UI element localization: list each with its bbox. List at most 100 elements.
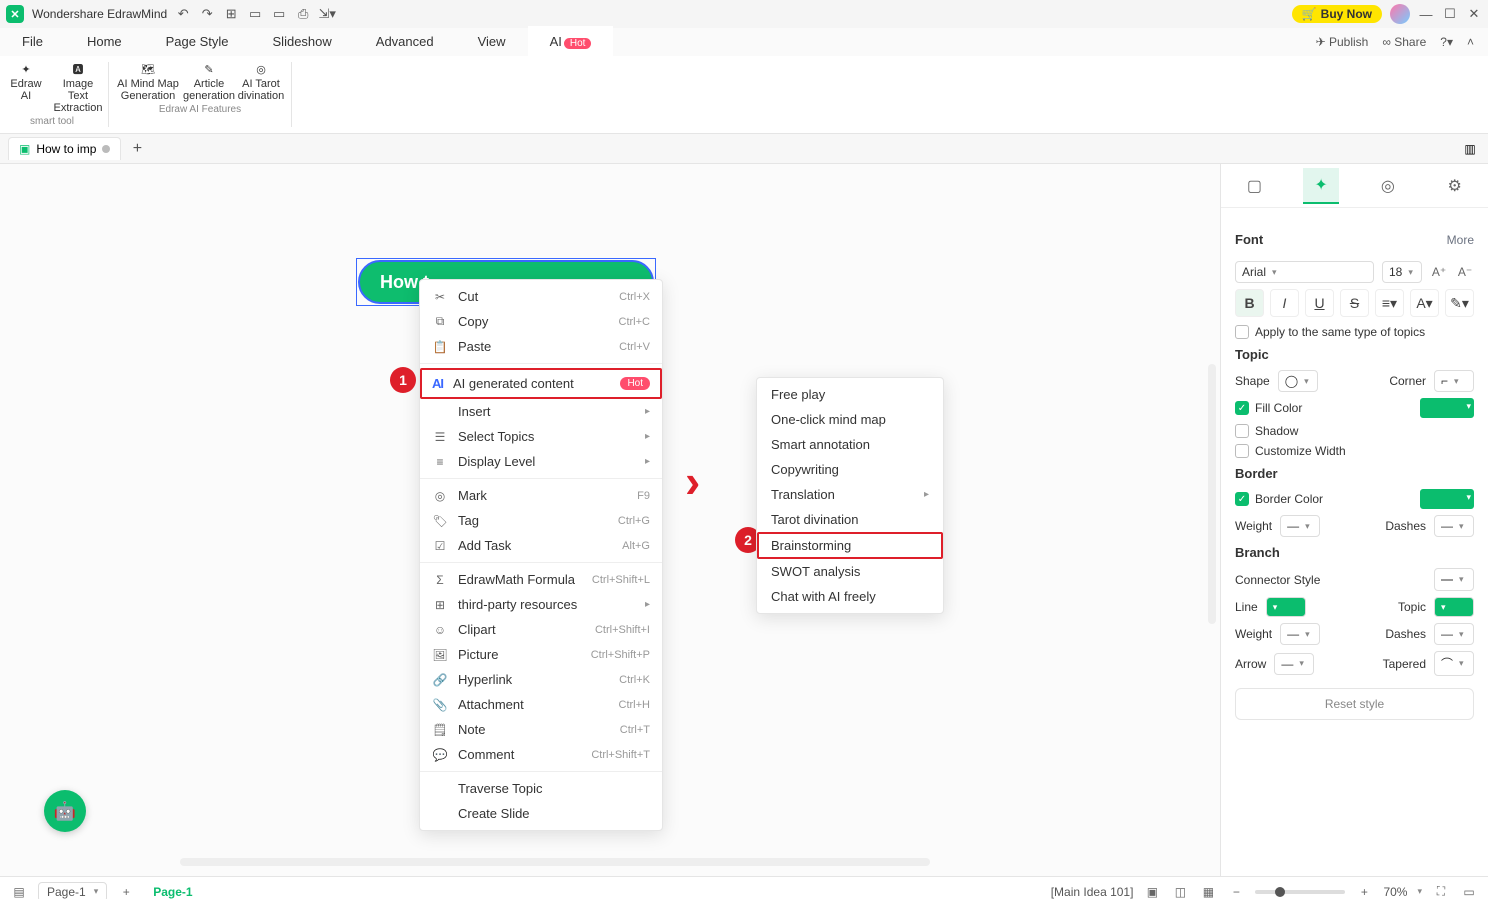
- fit-screen-icon[interactable]: ⛶: [1432, 883, 1450, 899]
- window-minimize-icon[interactable]: —: [1418, 6, 1434, 22]
- new-icon[interactable]: ⊞: [223, 6, 239, 22]
- font-more-link[interactable]: More: [1447, 233, 1474, 247]
- panel-toggle-icon[interactable]: ▥: [1460, 139, 1480, 159]
- italic-button[interactable]: I: [1270, 289, 1299, 317]
- branch-dashes-select[interactable]: —▾: [1434, 623, 1474, 645]
- print-icon[interactable]: ⎙: [295, 6, 311, 22]
- tab-view[interactable]: View: [456, 28, 528, 56]
- panel-tab-layout-icon[interactable]: ◎: [1370, 168, 1406, 204]
- ctx-copy[interactable]: ⧉CopyCtrl+C: [420, 309, 662, 334]
- ctx-hyperlink[interactable]: 🔗HyperlinkCtrl+K: [420, 667, 662, 692]
- border-dashes-select[interactable]: —▾: [1434, 515, 1474, 537]
- corner-select[interactable]: ⌐▾: [1434, 370, 1474, 392]
- tapered-select[interactable]: ⌒▾: [1434, 651, 1474, 676]
- window-close-icon[interactable]: ✕: [1466, 6, 1482, 22]
- align-button[interactable]: ≡▾: [1375, 289, 1404, 317]
- ctx-insert[interactable]: Insert▸: [420, 399, 662, 424]
- smi-translation[interactable]: Translation▸: [757, 482, 943, 507]
- underline-button[interactable]: U: [1305, 289, 1334, 317]
- smi-one-click-mindmap[interactable]: One-click mind map: [757, 407, 943, 432]
- zoom-dropdown-icon[interactable]: ▾: [1417, 886, 1422, 897]
- undo-icon[interactable]: ↶: [175, 6, 191, 22]
- smi-brainstorming[interactable]: Brainstorming: [757, 532, 943, 559]
- sb-icon-3[interactable]: ▦: [1199, 883, 1217, 899]
- fill-color-checkbox[interactable]: ✓: [1235, 401, 1249, 415]
- outline-view-icon[interactable]: ▤: [10, 883, 28, 899]
- font-family-select[interactable]: Arial▾: [1235, 261, 1374, 283]
- apply-same-checkbox[interactable]: [1235, 325, 1249, 339]
- add-page-button[interactable]: +: [117, 883, 135, 899]
- canvas[interactable]: How t ✂CutCtrl+X ⧉CopyCtrl+C 📋PasteCtrl+…: [0, 164, 1220, 876]
- smi-copywriting[interactable]: Copywriting: [757, 457, 943, 482]
- tab-home[interactable]: Home: [65, 28, 144, 56]
- save-icon[interactable]: ▭: [271, 6, 287, 22]
- ctx-create-slide[interactable]: Create Slide: [420, 801, 662, 826]
- ctx-display-level[interactable]: ≡Display Level▸: [420, 449, 662, 474]
- add-tab-button[interactable]: +: [127, 139, 147, 159]
- zoom-slider[interactable]: [1255, 890, 1345, 894]
- line-color-swatch[interactable]: ▾: [1266, 597, 1306, 617]
- font-color-button[interactable]: A▾: [1410, 289, 1439, 317]
- border-weight-select[interactable]: —▾: [1280, 515, 1320, 537]
- fill-color-swatch[interactable]: ▾: [1420, 398, 1474, 418]
- arrow-select[interactable]: —▾: [1274, 653, 1314, 675]
- bold-button[interactable]: B: [1235, 289, 1264, 317]
- tab-page-style[interactable]: Page Style: [144, 28, 251, 56]
- font-decrease-icon[interactable]: A⁻: [1456, 263, 1474, 281]
- ctx-edrawmath[interactable]: ΣEdrawMath FormulaCtrl+Shift+L: [420, 567, 662, 592]
- zoom-in-button[interactable]: +: [1355, 883, 1373, 899]
- smi-swot[interactable]: SWOT analysis: [757, 559, 943, 584]
- shadow-checkbox[interactable]: [1235, 424, 1249, 438]
- ctx-mark[interactable]: ◎MarkF9: [420, 483, 662, 508]
- font-increase-icon[interactable]: A⁺: [1430, 263, 1448, 281]
- ctx-clipart[interactable]: ☺ClipartCtrl+Shift+I: [420, 617, 662, 642]
- ctx-select-topics[interactable]: ☰Select Topics▸: [420, 424, 662, 449]
- tool-edraw-ai[interactable]: ✦Edraw AI: [0, 60, 52, 114]
- smi-smart-annotation[interactable]: Smart annotation: [757, 432, 943, 457]
- horizontal-scrollbar[interactable]: [180, 858, 930, 866]
- connector-style-select[interactable]: ⎯⎯▾: [1434, 568, 1474, 591]
- window-maximize-icon[interactable]: ☐: [1442, 6, 1458, 22]
- font-size-select[interactable]: 18▾: [1382, 261, 1422, 283]
- panel-tab-topic-icon[interactable]: ▢: [1236, 168, 1272, 204]
- open-icon[interactable]: ▭: [247, 6, 263, 22]
- fullscreen-icon[interactable]: ▭: [1460, 883, 1478, 899]
- ctx-attachment[interactable]: 📎AttachmentCtrl+H: [420, 692, 662, 717]
- smi-chat-ai[interactable]: Chat with AI freely: [757, 584, 943, 609]
- sb-icon-1[interactable]: ▣: [1143, 883, 1161, 899]
- document-tab-1[interactable]: ▣ How to imp: [8, 137, 121, 160]
- export-icon[interactable]: ⇲▾: [319, 6, 335, 22]
- collapse-ribbon-icon[interactable]: ˄: [1467, 35, 1474, 49]
- border-color-swatch[interactable]: ▾: [1420, 489, 1474, 509]
- ctx-ai-generated-content[interactable]: AIAI generated contentHot: [420, 368, 662, 399]
- ai-assistant-fab[interactable]: 🤖: [44, 790, 86, 832]
- ctx-add-task[interactable]: ☑Add TaskAlt+G: [420, 533, 662, 558]
- publish-button[interactable]: ✈ Publish: [1316, 35, 1369, 49]
- ctx-tag[interactable]: 🏷TagCtrl+G: [420, 508, 662, 533]
- buy-now-button[interactable]: 🛒 Buy Now: [1292, 5, 1382, 23]
- ctx-third-party[interactable]: ⊞third-party resources▸: [420, 592, 662, 617]
- smi-tarot[interactable]: Tarot divination: [757, 507, 943, 532]
- border-color-checkbox[interactable]: ✓: [1235, 492, 1249, 506]
- branch-topic-color-swatch[interactable]: ▾: [1434, 597, 1474, 617]
- highlight-button[interactable]: ✎▾: [1445, 289, 1474, 317]
- zoom-out-button[interactable]: −: [1227, 883, 1245, 899]
- share-button[interactable]: ∞ Share: [1382, 35, 1426, 49]
- tab-advanced[interactable]: Advanced: [354, 28, 456, 56]
- ctx-comment[interactable]: 💬CommentCtrl+Shift+T: [420, 742, 662, 767]
- ctx-picture[interactable]: 🖼PictureCtrl+Shift+P: [420, 642, 662, 667]
- tab-slideshow[interactable]: Slideshow: [251, 28, 354, 56]
- ctx-cut[interactable]: ✂CutCtrl+X: [420, 284, 662, 309]
- strikethrough-button[interactable]: S: [1340, 289, 1369, 317]
- ctx-traverse-topic[interactable]: Traverse Topic: [420, 776, 662, 801]
- redo-icon[interactable]: ↷: [199, 6, 215, 22]
- vertical-scrollbar[interactable]: [1208, 364, 1216, 624]
- tab-file[interactable]: File: [0, 28, 65, 56]
- customize-width-checkbox[interactable]: [1235, 444, 1249, 458]
- reset-style-button[interactable]: Reset style: [1235, 688, 1474, 720]
- panel-tab-style-icon[interactable]: ✦: [1303, 168, 1339, 204]
- shape-select[interactable]: ◯▾: [1278, 370, 1318, 392]
- tool-image-text-extraction[interactable]: 🅰Image Text Extraction: [52, 60, 104, 114]
- smi-free-play[interactable]: Free play: [757, 382, 943, 407]
- tool-article-generation[interactable]: ✎Article generation: [183, 60, 235, 102]
